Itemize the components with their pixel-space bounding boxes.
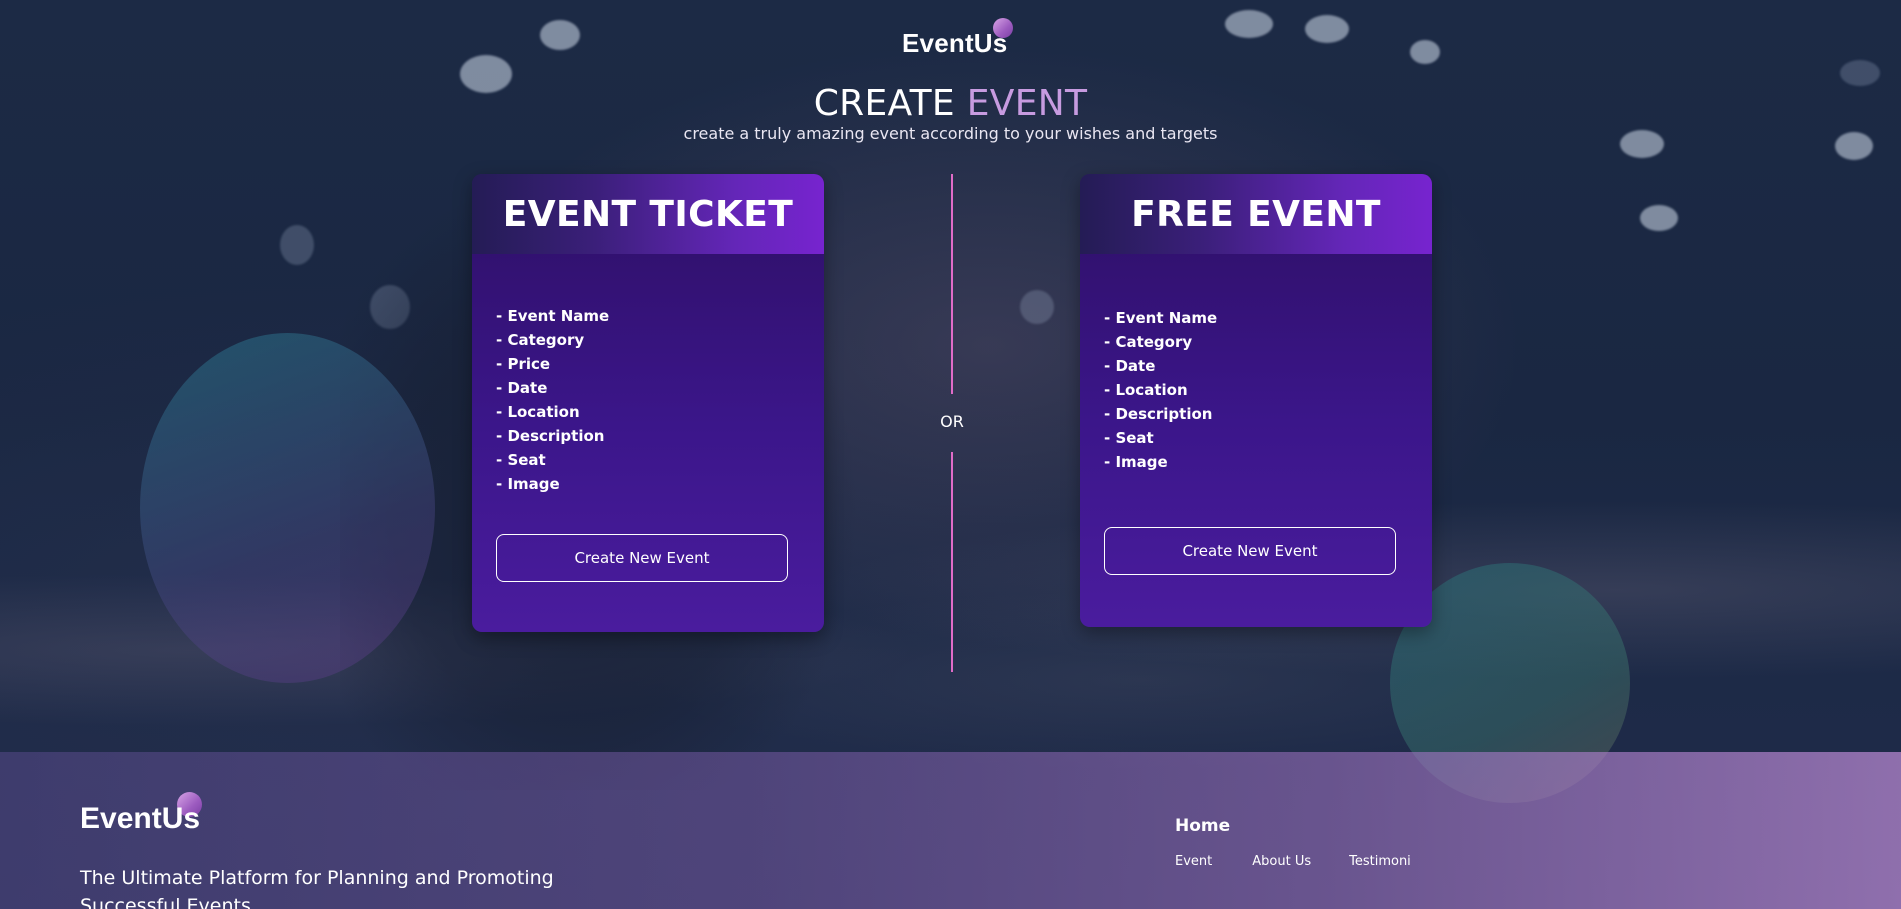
free-event-card: FREE EVENT - Event Name - Category - Dat… <box>1080 174 1432 627</box>
create-ticket-event-button[interactable]: Create New Event <box>496 534 788 582</box>
list-item: - Event Name <box>1104 309 1218 327</box>
decorative-circle <box>140 333 435 683</box>
card-title: FREE EVENT <box>1131 193 1381 235</box>
list-item: - Image <box>496 475 560 493</box>
list-item: - Image <box>1104 453 1168 471</box>
footer-logo[interactable]: EventUs <box>80 792 203 836</box>
create-free-event-button[interactable]: Create New Event <box>1104 527 1396 575</box>
divider-line-top <box>951 174 953 394</box>
footer-nav: Event About Us Testimoni <box>1175 854 1411 869</box>
field-list: - Event Name - Category - Price - Date -… <box>496 304 609 496</box>
list-item: - Date <box>496 379 548 397</box>
stage-light <box>1640 205 1678 231</box>
list-item: - Location <box>496 403 580 421</box>
list-item: - Description <box>496 427 605 445</box>
list-item: - Price <box>496 355 551 373</box>
page-title: CREATE EVENT <box>0 82 1901 126</box>
list-item: - Description <box>1104 405 1213 423</box>
list-item: - Location <box>1104 381 1188 399</box>
footer-link-testimoni[interactable]: Testimoni <box>1349 854 1411 869</box>
list-item: - Category <box>496 331 585 349</box>
logo-text: EventUs <box>80 802 201 835</box>
divider-or-label: OR <box>940 412 964 431</box>
page-subtitle: create a truly amazing event according t… <box>683 124 1218 143</box>
header-logo[interactable]: EventUs <box>902 18 1014 59</box>
footer: EventUs The Ultimate Platform for Planni… <box>0 752 1901 909</box>
stage-light <box>1225 10 1273 38</box>
create-event-page: EventUs CREATE EVENT create a truly amaz… <box>0 0 1901 909</box>
page-title-accent: EVENT <box>966 83 1088 124</box>
list-item: - Category <box>1104 333 1193 351</box>
card-header: EVENT TICKET <box>472 174 824 254</box>
card-header: FREE EVENT <box>1080 174 1432 254</box>
list-item: - Date <box>1104 357 1156 375</box>
field-list: - Event Name - Category - Date - Locatio… <box>1104 306 1217 474</box>
footer-link-about-us[interactable]: About Us <box>1252 854 1311 869</box>
page-title-main: CREATE <box>813 83 967 124</box>
stage-light <box>280 225 314 265</box>
stage-light <box>540 20 580 50</box>
card-title: EVENT TICKET <box>502 193 794 235</box>
logo-text: EventUs <box>902 28 1008 58</box>
list-item: - Event Name <box>496 307 610 325</box>
list-item: - Seat <box>1104 429 1154 447</box>
stage-light <box>1305 15 1349 43</box>
footer-tagline: The Ultimate Platform for Planning and P… <box>80 867 554 909</box>
footer-nav-heading[interactable]: Home <box>1175 816 1230 836</box>
stage-light <box>1020 290 1054 324</box>
divider-line-bottom <box>951 452 953 672</box>
event-ticket-card: EVENT TICKET - Event Name - Category - P… <box>472 174 824 632</box>
stage-light <box>1410 40 1440 64</box>
list-item: - Seat <box>496 451 546 469</box>
footer-link-event[interactable]: Event <box>1175 854 1212 869</box>
